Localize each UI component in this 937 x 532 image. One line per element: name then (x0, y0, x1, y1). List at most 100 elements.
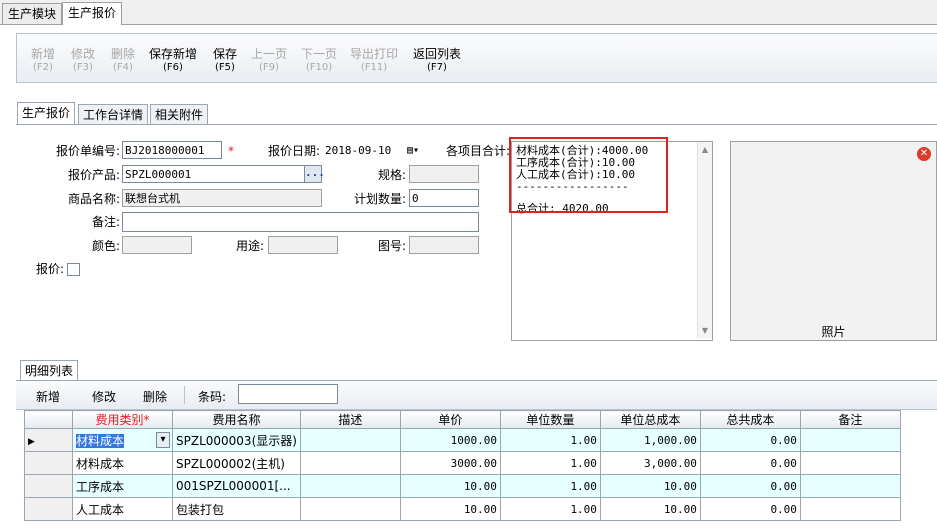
detail-tab[interactable]: 明细列表 (20, 360, 79, 381)
toolbar-back-to-list-button[interactable]: 返回列表 (F7) (409, 47, 465, 75)
toolbar-new-button[interactable]: 新增 (F2) (25, 47, 61, 75)
toolbar-delete-button[interactable]: 删除 (F4) (105, 47, 141, 75)
row-indicator[interactable] (24, 497, 73, 521)
remark-field[interactable] (122, 212, 479, 232)
column-header[interactable]: 描述 (299, 410, 401, 429)
column-header[interactable]: 单位总成本 (599, 410, 701, 429)
table-cell[interactable]: 3,000.00 (599, 451, 701, 475)
toolbar-prev-page-button[interactable]: 上一页 (F9) (246, 47, 292, 75)
table-cell[interactable]: 1.00 (499, 474, 601, 498)
column-header[interactable]: 费用类别* (72, 410, 173, 429)
table-row[interactable]: ▶ 材料成本 ▾ SPZL000003(显示器) 1000.00 1.00 1,000.00… (24, 428, 901, 452)
photo-panel[interactable]: ✕ 照片 (730, 141, 937, 341)
table-cell[interactable] (799, 474, 901, 498)
tab-workbench-detail[interactable]: 工作台详情 (78, 104, 149, 125)
table-cell[interactable] (299, 497, 401, 521)
toolbar-button-label: 删除 (110, 47, 135, 61)
module-tab-production[interactable]: 生产模块 (2, 3, 63, 24)
table-cell[interactable]: 1,000.00 (599, 428, 701, 452)
toolbar-shortcut-label: (F11) (360, 62, 388, 73)
row-indicator-header (24, 410, 73, 429)
row-indicator[interactable] (24, 474, 73, 498)
toolbar-save-button[interactable]: 保存 (F5) (207, 47, 243, 75)
table-cell[interactable]: 10.00 (399, 474, 501, 498)
table-cell[interactable]: 001SPZL000001[... (172, 474, 301, 498)
detail-add-button[interactable]: 新增 (36, 388, 60, 405)
table-cell[interactable]: 10.00 (399, 497, 501, 521)
table-cell[interactable]: 1.00 (499, 451, 601, 475)
table-cell[interactable] (299, 428, 401, 452)
tab-quotation[interactable]: 生产报价 (17, 102, 76, 125)
drawing-field[interactable] (409, 236, 479, 254)
table-row[interactable]: 工序成本 001SPZL000001[... 10.00 1.00 10.00 0.00 (24, 474, 901, 498)
module-tab-quotation[interactable]: 生产报价 (62, 2, 123, 25)
toolbar-button-label: 保存 (212, 47, 237, 61)
toolbar-edit-button[interactable]: 修改 (F3) (65, 47, 101, 75)
toolbar-next-page-button[interactable]: 下一页 (F10) (296, 47, 342, 75)
scroll-down-icon[interactable]: ▼ (698, 326, 712, 335)
row-indicator[interactable] (24, 451, 73, 475)
table-cell[interactable]: 工序成本 (72, 474, 173, 498)
order-no-field[interactable]: BJ2018000001 (122, 141, 222, 159)
table-cell[interactable]: 0.00 (699, 497, 801, 521)
product-field[interactable]: SPZL000001 ... (122, 165, 325, 183)
toolbar-export-print-button[interactable]: 导出打印 (F11) (346, 47, 402, 75)
table-cell[interactable]: 10.00 (599, 497, 701, 521)
current-row-icon: ▶ (28, 437, 35, 447)
row-indicator[interactable]: ▶ (24, 428, 73, 452)
column-header[interactable]: 单价 (399, 410, 501, 429)
table-cell[interactable]: 1000.00 (399, 428, 501, 452)
date-field[interactable]: 2018-09-10 ▤▾ (322, 141, 422, 159)
table-cell[interactable]: 1.00 (499, 497, 601, 521)
column-header[interactable]: 单位数量 (499, 410, 601, 429)
photo-label: 照片 (821, 325, 846, 339)
table-cell[interactable]: 材料成本 ▾ (72, 428, 173, 452)
table-cell[interactable]: 0.00 (699, 428, 801, 452)
table-row[interactable]: 材料成本 SPZL000002(主机) 3000.00 1.00 3,000.00 0.0… (24, 451, 901, 475)
table-cell[interactable] (799, 497, 901, 521)
table-cell[interactable]: 1.00 (499, 428, 601, 452)
column-header[interactable]: 备注 (799, 410, 901, 429)
column-header[interactable]: 费用名称 (172, 410, 301, 429)
table-cell[interactable]: SPZL000002(主机) (172, 451, 301, 475)
tab-divider (16, 124, 937, 125)
quoted-label: 报价: (35, 262, 64, 276)
delete-photo-icon[interactable]: ✕ (917, 147, 931, 161)
qty-field[interactable]: 0 (409, 189, 479, 207)
color-field[interactable] (122, 236, 192, 254)
barcode-input[interactable] (238, 384, 338, 404)
calendar-dropdown-icon[interactable]: ▤▾ (407, 142, 419, 160)
use-field[interactable] (268, 236, 338, 254)
table-cell[interactable] (299, 451, 401, 475)
table-cell[interactable]: 0.00 (699, 474, 801, 498)
table-cell[interactable]: 材料成本 (72, 451, 173, 475)
table-cell[interactable] (799, 428, 901, 452)
lookup-button[interactable]: ... (304, 166, 325, 182)
summary-scrollbar[interactable]: ▲ ▼ (697, 142, 712, 338)
order-no-label: 报价单编号: (55, 144, 120, 158)
quoted-checkbox[interactable] (67, 263, 80, 276)
scroll-up-icon[interactable]: ▲ (698, 145, 712, 154)
chevron-down-icon[interactable]: ▾ (156, 432, 170, 448)
toolbar-save-and-new-button[interactable]: 保存新增 (F6) (145, 47, 201, 75)
detail-edit-button[interactable]: 修改 (92, 388, 116, 405)
column-header[interactable]: 总共成本 (699, 410, 801, 429)
tab-attachments[interactable]: 相关附件 (150, 104, 209, 125)
table-cell[interactable]: 3000.00 (399, 451, 501, 475)
table-cell[interactable]: SPZL000003(显示器) (172, 428, 301, 452)
table-row[interactable]: 人工成本 包装打包 10.00 1.00 10.00 0.00 (24, 497, 901, 521)
toolbar-shortcut-label: (F6) (163, 62, 183, 73)
table-cell[interactable] (299, 474, 401, 498)
detail-delete-button[interactable]: 删除 (143, 388, 167, 405)
toolbar-shortcut-label: (F5) (215, 62, 235, 73)
table-cell[interactable]: 10.00 (599, 474, 701, 498)
qty-label: 计划数量: (353, 192, 406, 206)
toolbar-shortcut-label: (F2) (33, 62, 53, 73)
table-cell[interactable]: 0.00 (699, 451, 801, 475)
toolbar-button-label: 导出打印 (349, 47, 398, 61)
table-cell[interactable] (799, 451, 901, 475)
table-cell[interactable]: 人工成本 (72, 497, 173, 521)
name-label: 商品名称: (67, 192, 120, 206)
table-cell[interactable]: 包装打包 (172, 497, 301, 521)
spec-field[interactable] (409, 165, 479, 183)
